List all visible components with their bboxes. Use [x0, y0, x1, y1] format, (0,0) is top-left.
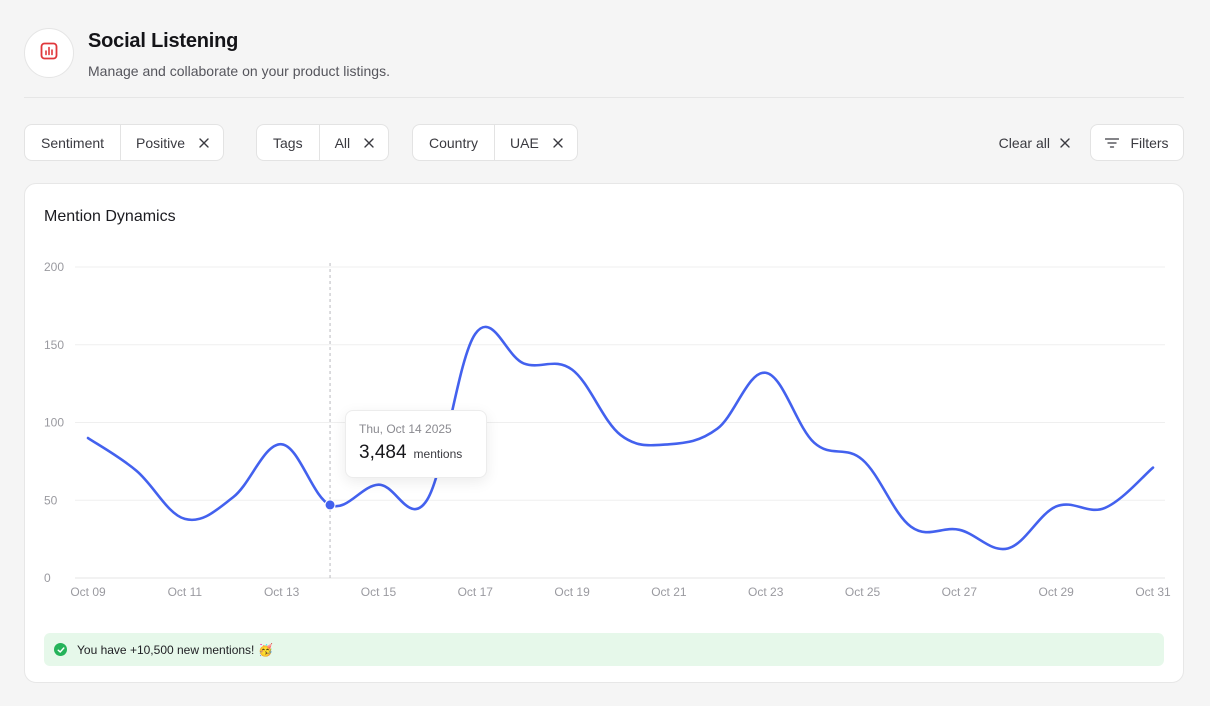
filter-bar: Sentiment Positive Tags All Country UAE … — [24, 124, 1184, 161]
x-tick-label: Oct 27 — [942, 585, 978, 599]
page-subtitle: Manage and collaborate on your product l… — [88, 63, 390, 79]
mention-dynamics-card: Mention Dynamics 0 50 100 150 200 Oct 09 Oct 1… — [24, 183, 1184, 683]
filter-chip-country[interactable]: Country UAE — [412, 124, 578, 161]
x-tick-label: Oct 11 — [168, 585, 203, 599]
banner-suffix: new mentions! — [173, 642, 255, 657]
filter-key: Tags — [257, 125, 320, 160]
clear-all-label: Clear all — [998, 134, 1050, 151]
y-tick-label: 150 — [44, 338, 64, 352]
filter-key: Sentiment — [25, 125, 122, 160]
banner-highlight: +10,500 — [129, 642, 174, 657]
close-icon[interactable] — [185, 125, 223, 160]
y-tick-label: 0 — [44, 571, 51, 585]
filters-label: Filters — [1130, 134, 1169, 151]
tooltip-value: 3,484 — [359, 442, 407, 463]
check-circle-icon — [54, 643, 67, 656]
x-tick-label: Oct 19 — [554, 585, 590, 599]
filter-value: UAE — [510, 134, 539, 151]
filter-value: All — [334, 134, 351, 151]
x-tick-label: Oct 09 — [70, 585, 106, 599]
filter-chip-sentiment[interactable]: Sentiment Positive — [24, 124, 225, 161]
success-banner: You have +10,500 new mentions! 🥳 — [44, 633, 1164, 666]
page-header: Social Listening Manage and collaborate … — [24, 22, 1184, 98]
app-logo — [24, 28, 74, 78]
x-tick-label: Oct 23 — [748, 585, 784, 599]
chart-tooltip: Thu, Oct 14 2025 3,484 mentions — [345, 410, 487, 478]
tooltip-unit: mentions — [413, 447, 463, 461]
x-tick-label: Oct 31 — [1135, 585, 1171, 599]
highlight-point — [324, 499, 336, 511]
filters-button[interactable]: Filters — [1090, 124, 1184, 161]
series-line — [86, 325, 1155, 551]
x-tick-label: Oct 21 — [651, 585, 687, 599]
x-tick-label: Oct 13 — [264, 585, 300, 599]
close-icon — [1060, 137, 1070, 148]
x-tick-label: Oct 29 — [1039, 585, 1075, 599]
filter-lines-icon — [1105, 135, 1130, 151]
x-tick-label: Oct 15 — [361, 585, 397, 599]
tooltip-date: Thu, Oct 14 2025 — [359, 422, 452, 436]
y-tick-label: 50 — [44, 493, 58, 507]
filter-chip-tags[interactable]: Tags All — [256, 124, 390, 161]
banner-prefix: You have — [77, 642, 130, 657]
close-icon[interactable] — [539, 125, 577, 160]
bar-chart-icon — [40, 42, 58, 65]
mention-dynamics-chart: 0 50 100 150 200 Oct 09 Oct 11 Oct 13 Oct 15 Oct … — [44, 260, 1171, 599]
page-title: Social Listening — [88, 30, 239, 52]
x-tick-label: Oct 25 — [845, 585, 881, 599]
x-tick-label: Oct 17 — [458, 585, 494, 599]
filter-key: Country — [413, 125, 496, 160]
y-tick-label: 100 — [44, 416, 64, 430]
party-emoji: 🥳 — [258, 642, 274, 657]
clear-all-button[interactable]: Clear all — [999, 124, 1070, 161]
y-tick-label: 200 — [44, 260, 64, 274]
filter-value: Positive — [136, 134, 186, 151]
close-icon[interactable] — [350, 125, 388, 160]
